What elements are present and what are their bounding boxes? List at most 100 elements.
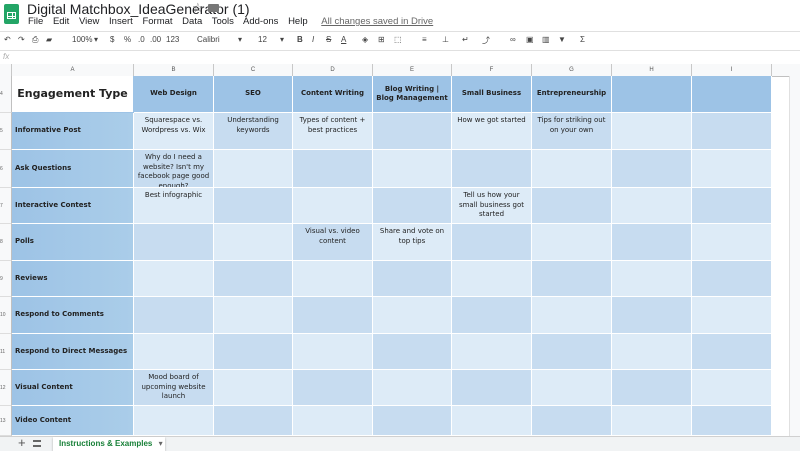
idea-cell[interactable] xyxy=(373,113,452,150)
select-all-corner[interactable] xyxy=(0,64,12,76)
idea-cell[interactable] xyxy=(692,150,772,188)
decrease-decimal-button[interactable]: .0 xyxy=(138,35,145,44)
borders-icon[interactable]: ⊞ xyxy=(378,35,385,44)
idea-cell[interactable] xyxy=(612,297,692,334)
engagement-type-cell[interactable]: Polls xyxy=(12,224,134,261)
add-sheet-icon[interactable]: + xyxy=(18,435,26,450)
engagement-type-cell[interactable]: Video Content xyxy=(12,406,134,436)
engagement-type-cell[interactable]: Reviews xyxy=(12,261,134,297)
menu-addons[interactable]: Add-ons xyxy=(243,16,278,27)
idea-cell[interactable] xyxy=(532,261,612,297)
menu-file[interactable]: File xyxy=(28,16,43,27)
star-icon[interactable]: ☆ xyxy=(192,0,204,16)
idea-cell[interactable] xyxy=(373,150,452,188)
idea-cell[interactable] xyxy=(373,370,452,406)
topic-header-cell[interactable] xyxy=(692,76,772,113)
print-icon[interactable]: ⎙ xyxy=(32,35,38,45)
column-header-i[interactable]: I xyxy=(692,64,772,76)
topic-header-cell[interactable]: Blog Writing | Blog Management xyxy=(373,76,452,113)
chevron-down-icon[interactable]: ▾ xyxy=(159,439,163,448)
idea-cell[interactable] xyxy=(692,113,772,150)
idea-cell[interactable] xyxy=(134,261,214,297)
menu-data[interactable]: Data xyxy=(182,16,202,27)
column-header-g[interactable]: G xyxy=(532,64,612,76)
row-header[interactable]: 9 xyxy=(0,261,12,297)
idea-cell[interactable] xyxy=(214,150,293,188)
idea-cell[interactable] xyxy=(612,188,692,224)
column-header-d[interactable]: D xyxy=(293,64,373,76)
idea-cell[interactable] xyxy=(293,297,373,334)
idea-cell[interactable] xyxy=(373,261,452,297)
idea-cell[interactable] xyxy=(452,297,532,334)
column-header-f[interactable]: F xyxy=(452,64,532,76)
idea-cell[interactable] xyxy=(452,334,532,370)
idea-cell[interactable] xyxy=(532,188,612,224)
engagement-type-header[interactable]: Engagement Type xyxy=(12,76,134,113)
zoom-select[interactable]: 100% xyxy=(72,35,92,44)
engagement-type-cell[interactable]: Interactive Contest xyxy=(12,188,134,224)
italic-button[interactable]: I xyxy=(312,35,314,44)
idea-cell[interactable] xyxy=(612,224,692,261)
chevron-down-icon[interactable]: ▾ xyxy=(94,35,98,44)
idea-cell[interactable]: How we got started xyxy=(452,113,532,150)
menu-tools[interactable]: Tools xyxy=(212,16,234,27)
idea-cell[interactable] xyxy=(612,150,692,188)
engagement-type-cell[interactable]: Visual Content xyxy=(12,370,134,406)
idea-cell[interactable]: Best infographic xyxy=(134,188,214,224)
more-formats-button[interactable]: 123 xyxy=(166,35,179,44)
idea-cell[interactable] xyxy=(612,261,692,297)
idea-cell[interactable] xyxy=(293,188,373,224)
engagement-type-cell[interactable]: Ask Questions xyxy=(12,150,134,188)
row-header[interactable]: 13 xyxy=(0,406,12,436)
comment-icon[interactable]: ▣ xyxy=(526,35,534,44)
idea-cell[interactable]: Share and vote on top tips xyxy=(373,224,452,261)
idea-cell[interactable] xyxy=(532,370,612,406)
idea-cell[interactable] xyxy=(214,370,293,406)
column-header-e[interactable]: E xyxy=(373,64,452,76)
idea-cell[interactable] xyxy=(692,188,772,224)
row-header[interactable]: 11 xyxy=(0,334,12,370)
idea-cell[interactable]: Tell us how your small business got star… xyxy=(452,188,532,224)
font-size-select[interactable]: 12 xyxy=(258,35,267,44)
column-header-b[interactable]: B xyxy=(134,64,214,76)
paint-format-icon[interactable]: ▰ xyxy=(46,35,52,44)
menu-edit[interactable]: Edit xyxy=(53,16,69,27)
row-header[interactable]: 8 xyxy=(0,224,12,261)
row-header[interactable]: 10 xyxy=(0,297,12,334)
idea-cell[interactable] xyxy=(373,188,452,224)
redo-icon[interactable]: ↷ xyxy=(18,35,25,44)
column-header-c[interactable]: C xyxy=(214,64,293,76)
idea-cell[interactable]: Types of content + best practices xyxy=(293,113,373,150)
idea-cell[interactable] xyxy=(532,224,612,261)
idea-cell[interactable] xyxy=(293,370,373,406)
menu-view[interactable]: View xyxy=(79,16,99,27)
text-wrap-icon[interactable]: ↵ xyxy=(462,35,469,44)
idea-cell[interactable] xyxy=(214,297,293,334)
increase-decimal-button[interactable]: .00 xyxy=(150,35,161,44)
idea-cell[interactable] xyxy=(692,224,772,261)
idea-cell[interactable] xyxy=(214,188,293,224)
idea-cell[interactable] xyxy=(612,113,692,150)
row-header[interactable]: 12 xyxy=(0,370,12,406)
idea-cell[interactable] xyxy=(532,150,612,188)
idea-cell[interactable] xyxy=(214,261,293,297)
idea-cell[interactable] xyxy=(134,297,214,334)
vertical-scrollbar[interactable] xyxy=(789,76,800,436)
idea-cell[interactable] xyxy=(452,370,532,406)
menu-help[interactable]: Help xyxy=(288,16,308,27)
idea-cell[interactable]: Visual vs. video content xyxy=(293,224,373,261)
sheet-tab-instructions[interactable]: Instructions & Examples ▾ xyxy=(53,437,165,451)
percent-button[interactable]: % xyxy=(124,35,131,44)
idea-cell[interactable]: Squarespace vs. Wordpress vs. Wix xyxy=(134,113,214,150)
engagement-type-cell[interactable]: Respond to Direct Messages xyxy=(12,334,134,370)
idea-cell[interactable] xyxy=(293,406,373,436)
menu-insert[interactable]: Insert xyxy=(109,16,133,27)
idea-cell[interactable] xyxy=(214,334,293,370)
row-header[interactable]: 5 xyxy=(0,113,12,150)
idea-cell[interactable] xyxy=(532,297,612,334)
text-color-button[interactable]: A xyxy=(341,35,346,44)
idea-cell[interactable] xyxy=(452,261,532,297)
chevron-down-icon[interactable]: ▾ xyxy=(238,35,242,44)
undo-icon[interactable]: ↶ xyxy=(4,35,11,44)
folder-icon[interactable] xyxy=(208,4,219,12)
